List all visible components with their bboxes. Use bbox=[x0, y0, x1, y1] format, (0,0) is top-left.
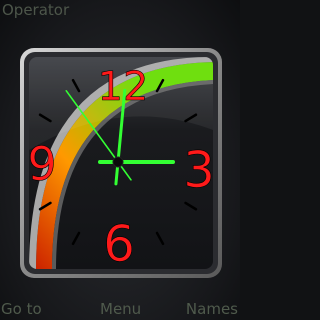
softkey-bar: Go to Menu Names bbox=[0, 298, 240, 320]
numeral-3: 3 bbox=[183, 141, 215, 199]
analog-clock-widget[interactable]: 12 3 6 9 bbox=[0, 0, 240, 320]
softkey-goto[interactable]: Go to bbox=[1, 300, 42, 318]
phone-screen: Operator 12 3 6 9 Go to Menu Names bbox=[0, 0, 240, 320]
softkey-names[interactable]: Names bbox=[186, 300, 238, 318]
numeral-9: 9 bbox=[27, 137, 56, 191]
clock-center-pin bbox=[112, 156, 124, 168]
softkey-menu[interactable]: Menu bbox=[100, 300, 141, 318]
numeral-6: 6 bbox=[103, 215, 135, 273]
